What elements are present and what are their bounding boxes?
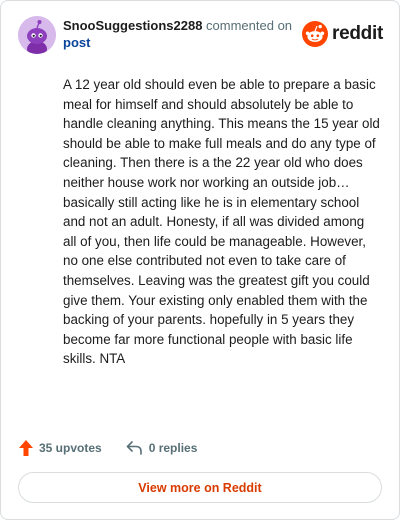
reddit-logo-icon <box>302 21 329 47</box>
post-link[interactable]: post <box>63 34 293 51</box>
upvote-button[interactable]: 35 upvotes <box>19 440 102 456</box>
commented-on-label: commented on <box>206 18 293 33</box>
comment-meta: SnooSuggestions2288 commented on post <box>63 17 293 51</box>
comment-card: SnooSuggestions2288 commented on post re… <box>0 0 400 520</box>
snoo-avatar-icon[interactable] <box>18 16 56 54</box>
reddit-logo[interactable]: reddit <box>302 20 383 48</box>
reply-arrow-icon <box>126 441 142 455</box>
comment-header: SnooSuggestions2288 commented on post re… <box>18 15 383 59</box>
view-more-button[interactable]: View more on Reddit <box>18 472 382 503</box>
replies-button[interactable]: 0 replies <box>126 441 198 455</box>
username[interactable]: SnooSuggestions2288 <box>63 18 202 33</box>
reddit-wordmark: reddit <box>332 23 383 44</box>
upvote-count: 35 upvotes <box>39 441 102 455</box>
reply-count: 0 replies <box>148 441 198 455</box>
comment-footer: 35 upvotes 0 replies <box>19 438 197 458</box>
upvote-arrow-icon <box>19 440 33 456</box>
comment-body: A 12 year old should even be able to pre… <box>63 77 380 367</box>
